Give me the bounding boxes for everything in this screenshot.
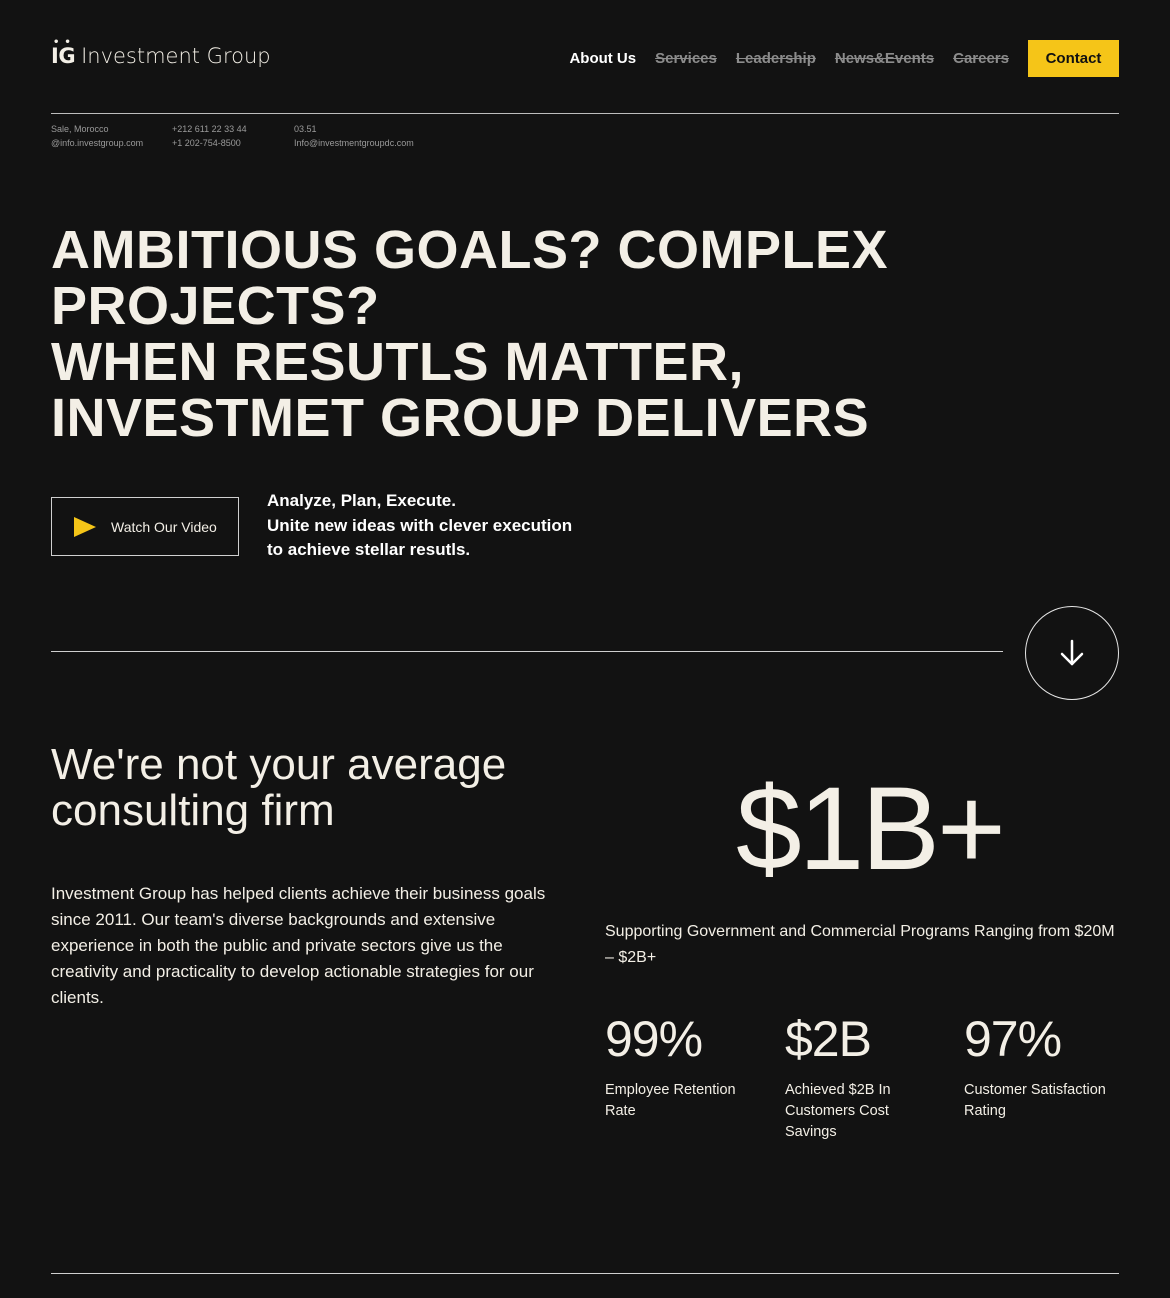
info-phone-1[interactable]: +212 611 22 33 44: [172, 122, 247, 136]
stat-label: Employee Retention Rate: [605, 1082, 736, 1119]
about-title: We're not your average consulting firm: [51, 742, 506, 834]
info-email[interactable]: @info.investgroup.com: [51, 136, 143, 150]
nav-news-events[interactable]: News&Events: [835, 50, 934, 67]
hero-line-4: INVESTMET GROUP DELIVERS: [51, 388, 870, 448]
info-phone-2[interactable]: +1 202-754-8500: [172, 136, 247, 150]
play-icon: [74, 516, 96, 537]
footer-divider: [51, 1273, 1119, 1274]
logo[interactable]: •• IG Investment Group: [51, 38, 271, 69]
scroll-down-button[interactable]: [1025, 606, 1119, 700]
main-nav: About Us Services Leadership News&Events…: [569, 40, 1119, 77]
hero-title: AMBITIOUS GOALS? COMPLEX PROJECTS? WHEN …: [51, 222, 1051, 446]
nav-about-us[interactable]: About Us: [569, 50, 636, 67]
nav-careers[interactable]: Careers: [953, 50, 1009, 67]
about-title-line-2: consulting firm: [51, 786, 335, 835]
info-location: Sale, Morocco: [51, 124, 109, 134]
header-divider: [51, 113, 1119, 114]
big-stat: $1B+: [736, 763, 1006, 895]
tagline-line-1: Analyze, Plan, Execute.: [267, 491, 456, 510]
logo-mark: •• IG: [51, 38, 76, 69]
stat-savings: $2B Achieved $2B In Customers Cost Savin…: [785, 1010, 935, 1143]
hero-line-1: AMBITIOUS GOALS? COMPLEX: [51, 220, 889, 280]
hero-tagline: Analyze, Plan, Execute. Unite new ideas …: [267, 489, 572, 563]
stat-label: Customer Satisfaction Rating: [964, 1082, 1106, 1119]
tagline-line-2: Unite new ideas with clever execution: [267, 515, 573, 535]
stat-value: $2B: [785, 1011, 872, 1067]
info-email-2[interactable]: Info@investmentgroupdc.com: [294, 136, 414, 150]
stat-value: 99%: [605, 1011, 703, 1067]
logo-dots: ••: [53, 37, 76, 48]
nav-leadership[interactable]: Leadership: [736, 50, 816, 67]
about-title-line-1: We're not your average: [51, 740, 507, 789]
about-body: Investment Group has helped clients achi…: [51, 884, 546, 1007]
stat-value: 97%: [964, 1011, 1062, 1067]
logo-text: Investment Group: [81, 44, 271, 68]
stat-satisfaction: 97% Customer Satisfaction Rating: [964, 1010, 1114, 1122]
contact-button[interactable]: Contact: [1028, 40, 1119, 77]
info-code: 03.51: [294, 124, 317, 134]
watch-video-label: Watch Our Video: [111, 518, 217, 535]
info-col-extra: 03.51 Info@investmentgroupdc.com: [294, 122, 414, 150]
site-header: •• IG Investment Group About Us Services…: [51, 38, 1119, 78]
support-text: Supporting Government and Commercial Pro…: [605, 923, 1115, 966]
stat-retention: 99% Employee Retention Rate: [605, 1010, 755, 1122]
info-col-location: Sale, Morocco @info.investgroup.com: [51, 122, 143, 150]
tagline-line-3: to achieve stellar resutls.: [267, 540, 471, 559]
watch-video-button[interactable]: Watch Our Video: [51, 497, 239, 556]
hero-line-2: PROJECTS?: [51, 276, 380, 336]
section-divider: [51, 651, 1003, 652]
stat-label: Achieved $2B In Customers Cost Savings: [785, 1082, 891, 1140]
arrow-down-icon: [1060, 639, 1084, 666]
hero-line-3: WHEN RESUTLS MATTER,: [51, 332, 744, 392]
nav-services[interactable]: Services: [655, 50, 717, 67]
info-col-phones: +212 611 22 33 44 +1 202-754-8500: [172, 122, 247, 150]
